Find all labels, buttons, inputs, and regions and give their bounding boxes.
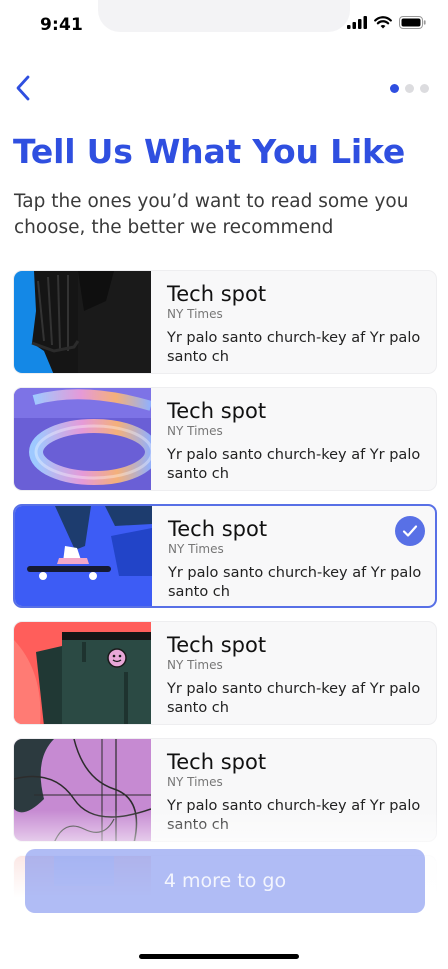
card-source: NY Times [168,542,224,556]
page-title: Tell Us What You Like [13,132,406,171]
card-source: NY Times [167,424,223,438]
continue-button[interactable]: 4 more to go [25,849,425,913]
card-image-skateboard [15,506,152,606]
back-button[interactable] [8,72,38,104]
publication-card-selected[interactable]: Tech spot NY Times Yr palo santo church-… [13,504,437,608]
publication-card[interactable]: Tech spot NY Times Yr palo santo church-… [13,270,437,374]
status-time: 9:41 [40,15,84,35]
wifi-icon [374,16,392,29]
card-image-iridescent-ring [14,388,151,490]
cellular-signal-icon [347,16,367,29]
card-source: NY Times [167,775,223,789]
page-dot-active [390,84,399,93]
selected-check-icon [395,516,425,546]
card-image-smiley-character [14,622,151,724]
publication-card[interactable]: Tech spot NY Times Yr palo santo church-… [13,387,437,491]
continue-button-label: 4 more to go [163,870,287,892]
card-title: Tech spot [167,750,267,774]
card-description: Yr palo santo church-key af Yr palo sant… [167,330,421,365]
card-description: Yr palo santo church-key af Yr palo sant… [168,565,422,600]
card-title: Tech spot [168,517,268,541]
card-description: Yr palo santo church-key af Yr palo sant… [167,447,421,482]
card-title: Tech spot [167,399,267,423]
page-indicator [390,84,429,93]
card-title: Tech spot [167,633,267,657]
home-indicator [139,954,299,959]
card-description: Yr palo santo church-key af Yr palo sant… [167,681,421,716]
battery-icon [399,16,426,29]
status-bar: 9:41 [0,0,448,50]
page-subtitle: Tap the ones you’d want to read some you… [14,191,409,238]
card-title: Tech spot [167,282,267,306]
notch [98,0,350,32]
page-dot [405,84,414,93]
publication-card[interactable]: Tech spot NY Times Yr palo santo church-… [13,621,437,725]
card-image-dark-figure [14,271,151,373]
card-source: NY Times [167,307,223,321]
page-dot [420,84,429,93]
status-icons [347,16,426,29]
screen: 9:41 Tell Us What You Like Tap the ones … [0,0,448,969]
chevron-left-icon [16,75,30,101]
card-source: NY Times [167,658,223,672]
